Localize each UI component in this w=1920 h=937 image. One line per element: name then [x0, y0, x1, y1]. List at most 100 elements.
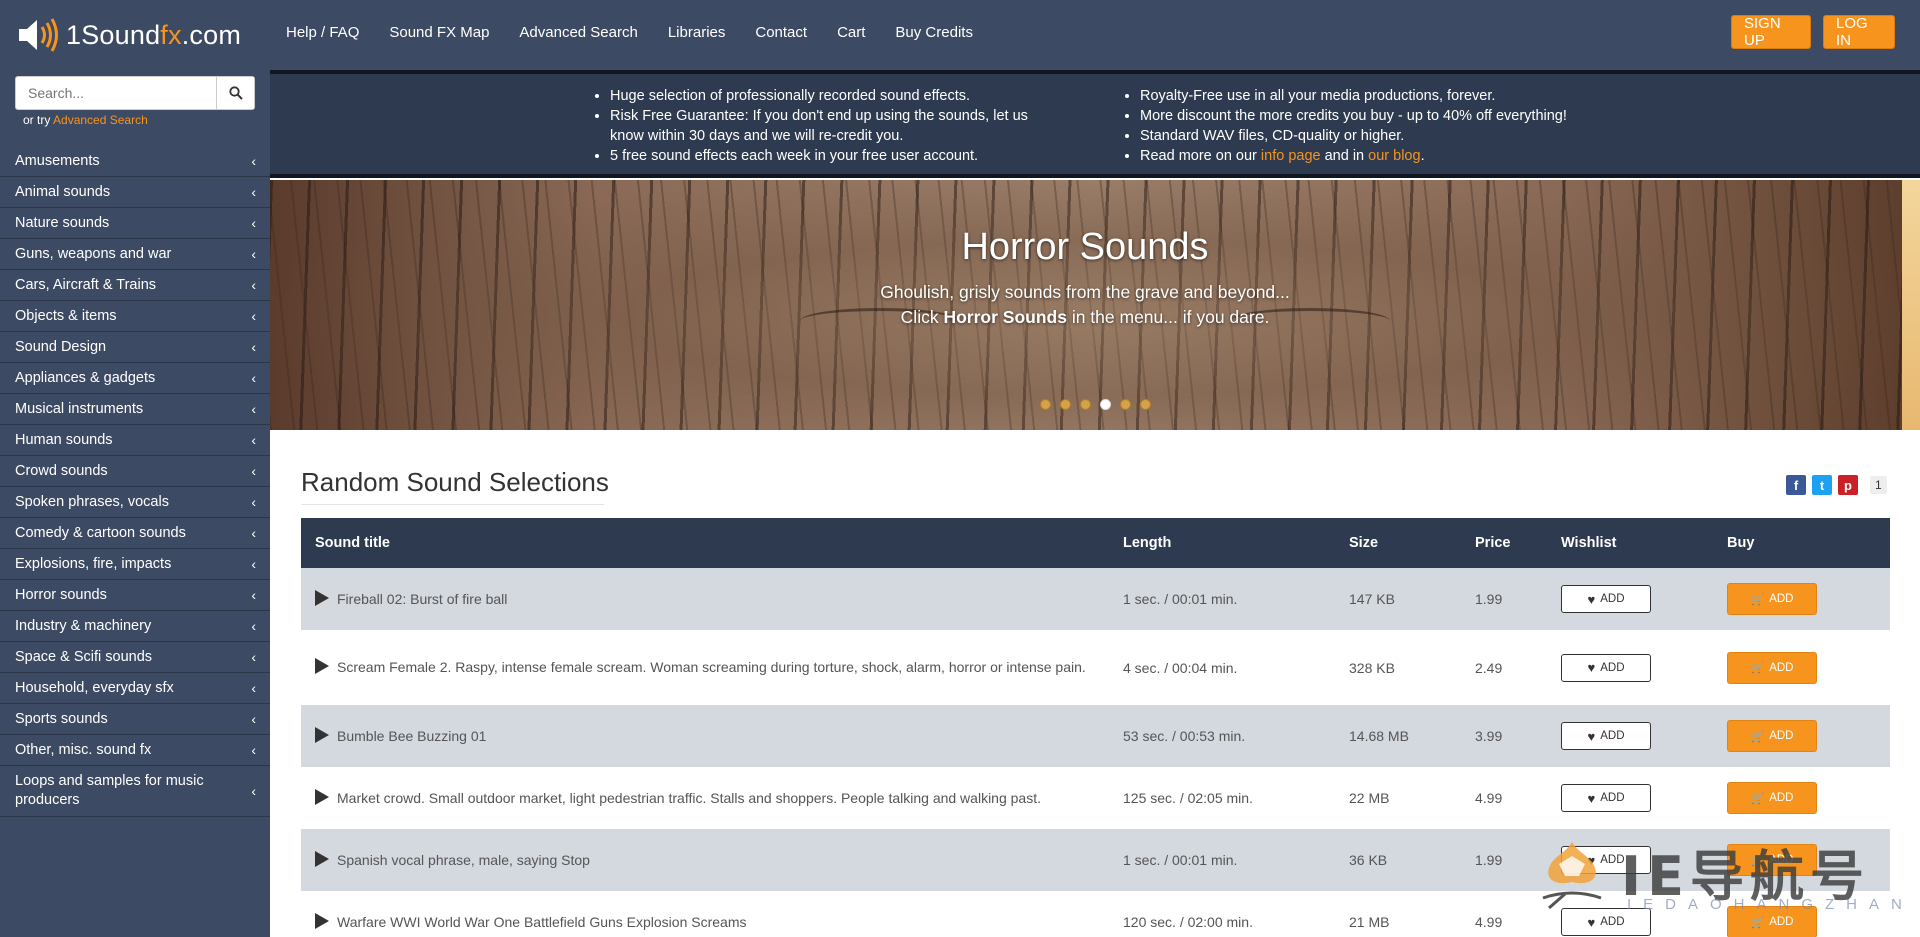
chevron-left-icon: ‹ — [251, 680, 256, 696]
chevron-left-icon: ‹ — [251, 525, 256, 541]
add-to-wishlist-button[interactable]: ♥ ADD — [1561, 908, 1651, 936]
category-loops-samples[interactable]: Loops and samples for music producers ‹ — [0, 766, 270, 817]
chevron-left-icon: ‹ — [251, 308, 256, 324]
category-other-misc[interactable]: Other, misc. sound fx ‹ — [0, 735, 270, 766]
nav-cart[interactable]: Cart — [837, 24, 865, 41]
category-industry-machinery[interactable]: Industry & machinery ‹ — [0, 611, 270, 642]
chevron-left-icon: ‹ — [251, 783, 256, 799]
sound-length: 1 sec. / 00:01 min. — [1123, 591, 1238, 607]
facebook-icon[interactable]: f — [1786, 475, 1806, 495]
chevron-left-icon: ‹ — [251, 215, 256, 231]
search-input[interactable] — [16, 77, 216, 109]
chevron-left-icon: ‹ — [251, 618, 256, 634]
features-list-left: Huge selection of professionally recorde… — [610, 86, 1050, 166]
chevron-left-icon: ‹ — [251, 184, 256, 200]
sound-title[interactable]: Market crowd. Small outdoor market, ligh… — [337, 790, 1041, 806]
col-buy: Buy — [1727, 535, 1755, 551]
add-to-cart-button[interactable]: 🛒 ADD — [1727, 844, 1817, 876]
sound-title[interactable]: Spanish vocal phrase, male, saying Stop — [337, 852, 590, 868]
carousel-dot-3[interactable] — [1080, 399, 1091, 410]
sound-price: 3.99 — [1475, 728, 1503, 744]
nav-advanced-search[interactable]: Advanced Search — [519, 24, 637, 41]
category-human-sounds[interactable]: Human sounds ‹ — [0, 425, 270, 456]
signup-button[interactable]: SIGN UP — [1731, 15, 1811, 49]
category-comedy-cartoon[interactable]: Comedy & cartoon sounds ‹ — [0, 518, 270, 549]
sound-table: Sound title Length Size Price Wishlist B… — [301, 518, 1890, 937]
nav-help-faq[interactable]: Help / FAQ — [286, 24, 359, 41]
add-to-cart-button[interactable]: 🛒 ADD — [1727, 906, 1817, 937]
pinterest-icon[interactable]: p — [1838, 475, 1858, 495]
category-spoken-phrases[interactable]: Spoken phrases, vocals ‹ — [0, 487, 270, 518]
col-price: Price — [1475, 535, 1511, 551]
play-icon[interactable] — [315, 850, 329, 867]
play-icon[interactable] — [315, 912, 329, 929]
nav-buy-credits[interactable]: Buy Credits — [895, 24, 973, 41]
category-explosions-fire[interactable]: Explosions, fire, impacts ‹ — [0, 549, 270, 580]
banner-cta-text: Click Horror Sounds in the menu... if yo… — [900, 307, 1270, 327]
cart-icon: 🛒 — [1750, 662, 1765, 674]
add-to-cart-button[interactable]: 🛒 ADD — [1727, 651, 1817, 684]
search-button[interactable] — [216, 77, 254, 109]
chevron-left-icon: ‹ — [251, 587, 256, 603]
add-to-wishlist-button[interactable]: ♥ ADD — [1561, 585, 1651, 613]
add-to-cart-button[interactable]: 🛒 ADD — [1727, 782, 1817, 814]
nav-sound-fx-map[interactable]: Sound FX Map — [389, 24, 489, 41]
banner-title: Horror Sounds — [961, 226, 1209, 268]
category-objects-items[interactable]: Objects & items ‹ — [0, 301, 270, 332]
section-title: Random Sound Selections — [301, 467, 609, 497]
sound-title[interactable]: Bumble Bee Buzzing 01 — [337, 728, 486, 744]
cart-icon: 🛒 — [1750, 792, 1765, 805]
site-logo[interactable]: 1Soundfx.com — [16, 14, 241, 56]
add-to-cart-button[interactable]: 🛒 ADD — [1727, 583, 1817, 615]
add-to-cart-button[interactable]: 🛒 ADD — [1727, 720, 1817, 752]
cart-icon: 🛒 — [1750, 916, 1765, 929]
category-appliances-gadgets[interactable]: Appliances & gadgets ‹ — [0, 363, 270, 394]
info-page-link[interactable]: info page — [1261, 148, 1321, 164]
sound-title[interactable]: Warfare WWI World War One Battlefield Gu… — [337, 914, 747, 930]
category-guns-weapons-war[interactable]: Guns, weapons and war ‹ — [0, 239, 270, 270]
add-to-wishlist-button[interactable]: ♥ ADD — [1561, 784, 1651, 812]
chevron-left-icon: ‹ — [251, 339, 256, 355]
play-icon[interactable] — [315, 658, 329, 674]
category-crowd-sounds[interactable]: Crowd sounds ‹ — [0, 456, 270, 487]
chevron-left-icon: ‹ — [251, 246, 256, 262]
sound-price: 4.99 — [1475, 914, 1503, 930]
carousel-dot-5[interactable] — [1120, 399, 1131, 410]
table-header-row: Sound title Length Size Price Wishlist B… — [301, 518, 1890, 568]
category-nature-sounds[interactable]: Nature sounds ‹ — [0, 208, 270, 239]
category-sound-design[interactable]: Sound Design ‹ — [0, 332, 270, 363]
carousel-dot-4[interactable] — [1100, 399, 1111, 410]
chevron-left-icon: ‹ — [251, 153, 256, 169]
carousel-dot-2[interactable] — [1060, 399, 1071, 410]
blog-link[interactable]: our blog — [1368, 148, 1420, 164]
nav-libraries[interactable]: Libraries — [668, 24, 726, 41]
add-to-wishlist-button[interactable]: ♥ ADD — [1561, 846, 1651, 874]
add-to-wishlist-button[interactable]: ♥ ADD — [1561, 653, 1651, 682]
category-household[interactable]: Household, everyday sfx ‹ — [0, 673, 270, 704]
carousel-dot-1[interactable] — [1040, 399, 1051, 410]
category-space-scifi[interactable]: Space & Scifi sounds ‹ — [0, 642, 270, 673]
play-icon[interactable] — [315, 589, 329, 606]
nav-contact[interactable]: Contact — [755, 24, 807, 41]
category-cars-aircraft-trains[interactable]: Cars, Aircraft & Trains ‹ — [0, 270, 270, 301]
category-sports-sounds[interactable]: Sports sounds ‹ — [0, 704, 270, 735]
add-to-wishlist-button[interactable]: ♥ ADD — [1561, 722, 1651, 750]
advanced-search-link[interactable]: Advanced Search — [53, 113, 148, 127]
twitter-icon[interactable]: t — [1812, 475, 1832, 495]
hero-carousel[interactable]: Horror Sounds Ghoulish, grisly sounds fr… — [270, 180, 1920, 430]
carousel-dot-6[interactable] — [1140, 399, 1151, 410]
feature-item: Royalty-Free use in all your media produ… — [1140, 86, 1660, 106]
category-amusements[interactable]: Amusements ‹ — [0, 146, 270, 177]
feature-item-readmore: Read more on our info page and in our bl… — [1140, 146, 1660, 166]
category-animal-sounds[interactable]: Animal sounds ‹ — [0, 177, 270, 208]
sound-title[interactable]: Fireball 02: Burst of fire ball — [337, 591, 507, 607]
sound-length: 4 sec. / 00:04 min. — [1123, 659, 1238, 676]
play-icon[interactable] — [315, 726, 329, 743]
category-horror-sounds[interactable]: Horror sounds ‹ — [0, 580, 270, 611]
advanced-search-hint: or try Advanced Search — [23, 113, 148, 127]
play-icon[interactable] — [315, 788, 329, 805]
category-musical-instruments[interactable]: Musical instruments ‹ — [0, 394, 270, 425]
cart-icon: 🛒 — [1750, 730, 1765, 743]
sound-title[interactable]: Scream Female 2. Raspy, intense female s… — [337, 659, 1086, 675]
login-button[interactable]: LOG IN — [1823, 15, 1895, 49]
